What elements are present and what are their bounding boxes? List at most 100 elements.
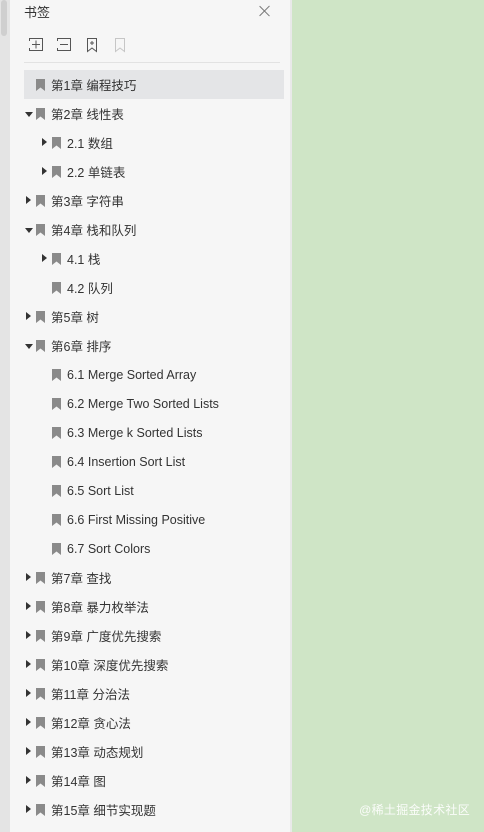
bookmark-item[interactable]: 第5章 树 (24, 302, 284, 331)
bookmark-item[interactable]: 第4章 栈和队列 (24, 215, 284, 244)
collapse-arrow-icon[interactable] (24, 331, 34, 360)
bookmark-item[interactable]: 第11章 分治法 (24, 679, 284, 708)
bookmark-item[interactable]: 第13章 动态规划 (24, 737, 284, 766)
bookmark-icon (36, 774, 45, 787)
bookmark-item[interactable]: 第9章 广度优先搜索 (24, 621, 284, 650)
bookmark-label: 第15章 细节实现题 (51, 804, 156, 818)
bookmark-item[interactable]: 第6章 排序 (24, 331, 284, 360)
bookmark-disabled-icon[interactable] (112, 36, 128, 54)
bookmark-item[interactable]: 2.2 单链表 (24, 157, 284, 186)
bookmark-item[interactable]: 第1章 编程技巧 (24, 70, 284, 99)
bookmark-icon (36, 571, 45, 584)
bookmark-label: 第10章 深度优先搜索 (51, 659, 169, 673)
bookmark-item[interactable]: 6.7 Sort Colors (24, 534, 284, 563)
bookmark-label: 4.2 队列 (67, 282, 113, 296)
bookmark-item[interactable]: 第2章 线性表 (24, 99, 284, 128)
expand-arrow-icon[interactable] (24, 621, 34, 650)
scrollbar-thumb[interactable] (1, 0, 7, 36)
bookmark-icon (52, 252, 61, 265)
left-scrollbar[interactable] (0, 0, 10, 832)
bookmark-label: 第8章 暴力枚举法 (51, 601, 149, 615)
bookmark-label: 6.4 Insertion Sort List (67, 454, 186, 469)
bookmark-item[interactable]: 第15章 细节实现题 (24, 795, 284, 824)
bookmark-icon (36, 223, 45, 236)
expand-arrow-icon[interactable] (24, 795, 34, 824)
bookmark-label: 第13章 动态规划 (51, 746, 144, 760)
expand-arrow-icon[interactable] (24, 563, 34, 592)
bookmark-icon (36, 310, 45, 323)
bookmark-label: 第4章 栈和队列 (51, 224, 137, 238)
bookmark-label: 6.7 Sort Colors (67, 541, 151, 556)
expand-arrow-icon[interactable] (40, 244, 50, 273)
bookmark-icon (36, 629, 45, 642)
bookmark-item[interactable]: 4.1 栈 (24, 244, 284, 273)
toolbar-divider (24, 62, 280, 63)
watermark: @稀土掘金技术社区 (359, 803, 470, 817)
add-bookmark-icon[interactable] (28, 36, 44, 54)
bookmark-item[interactable]: 第3章 字符串 (24, 186, 284, 215)
bookmark-label: 第5章 树 (51, 311, 99, 325)
bookmark-label: 2.2 单链表 (67, 166, 126, 180)
expand-arrow-icon[interactable] (24, 592, 34, 621)
expand-arrow-icon[interactable] (24, 708, 34, 737)
bookmark-item[interactable]: 第7章 查找 (24, 563, 284, 592)
bookmark-label: 第11章 分治法 (51, 688, 130, 702)
bookmark-label: 第14章 图 (51, 775, 106, 789)
bookmark-item[interactable]: 第10章 深度优先搜索 (24, 650, 284, 679)
bookmark-item[interactable]: 6.2 Merge Two Sorted Lists (24, 389, 284, 418)
bookmark-icon (52, 136, 61, 149)
bookmark-icon (52, 165, 61, 178)
bookmark-label: 6.6 First Missing Positive (67, 512, 206, 527)
expand-arrow-icon[interactable] (24, 679, 34, 708)
bookmark-item[interactable]: 2.1 数组 (24, 128, 284, 157)
bookmark-icon (52, 426, 61, 439)
bookmark-icon (52, 368, 61, 381)
bookmarks-panel: 书签 第1章 编程技巧 第2章 线性表 2.1 数组 2.2 单链表 第3章 字… (10, 0, 290, 832)
bookmark-icon (36, 339, 45, 352)
bookmark-icon (52, 484, 61, 497)
expand-arrow-icon[interactable] (24, 186, 34, 215)
expand-arrow-icon[interactable] (40, 128, 50, 157)
expand-arrow-icon[interactable] (24, 766, 34, 795)
bookmark-item[interactable]: 4.2 队列 (24, 273, 284, 302)
expand-arrow-icon[interactable] (40, 157, 50, 186)
bookmark-item[interactable]: 6.4 Insertion Sort List (24, 447, 284, 476)
remove-bookmark-icon[interactable] (56, 36, 72, 54)
bookmark-item[interactable]: 第8章 暴力枚举法 (24, 592, 284, 621)
bookmark-icon (52, 513, 61, 526)
bookmark-icon (52, 281, 61, 294)
collapse-arrow-icon[interactable] (24, 99, 34, 128)
close-icon[interactable] (257, 3, 273, 19)
bookmark-icon (36, 78, 45, 91)
bookmark-item[interactable]: 6.1 Merge Sorted Array (24, 360, 284, 389)
bookmark-icon (52, 397, 61, 410)
bookmark-label: 第2章 线性表 (51, 108, 124, 122)
collapse-arrow-icon[interactable] (24, 215, 34, 244)
expand-arrow-icon[interactable] (24, 302, 34, 331)
bookmark-icon (36, 803, 45, 816)
bookmark-label: 第1章 编程技巧 (51, 79, 137, 93)
bookmark-label: 2.1 数组 (67, 137, 113, 151)
bookmark-label: 6.2 Merge Two Sorted Lists (67, 396, 219, 411)
bookmark-page-icon[interactable] (84, 36, 100, 54)
bookmark-label: 4.1 栈 (67, 253, 101, 267)
bookmark-item[interactable]: 6.6 First Missing Positive (24, 505, 284, 534)
bookmark-label: 第9章 广度优先搜索 (51, 630, 162, 644)
document-area: @稀土掘金技术社区 (292, 0, 484, 832)
expand-arrow-icon[interactable] (24, 737, 34, 766)
bookmark-item[interactable]: 第14章 图 (24, 766, 284, 795)
bookmark-item[interactable]: 6.3 Merge k Sorted Lists (24, 418, 284, 447)
bookmark-item[interactable]: 6.5 Sort List (24, 476, 284, 505)
panel-title: 书签 (24, 5, 51, 20)
bookmark-label: 第12章 贪心法 (51, 717, 131, 731)
bookmark-tree: 第1章 编程技巧 第2章 线性表 2.1 数组 2.2 单链表第3章 字符串第4章 栈… (24, 70, 284, 824)
expand-arrow-icon[interactable] (24, 650, 34, 679)
bookmark-item[interactable]: 第12章 贪心法 (24, 708, 284, 737)
